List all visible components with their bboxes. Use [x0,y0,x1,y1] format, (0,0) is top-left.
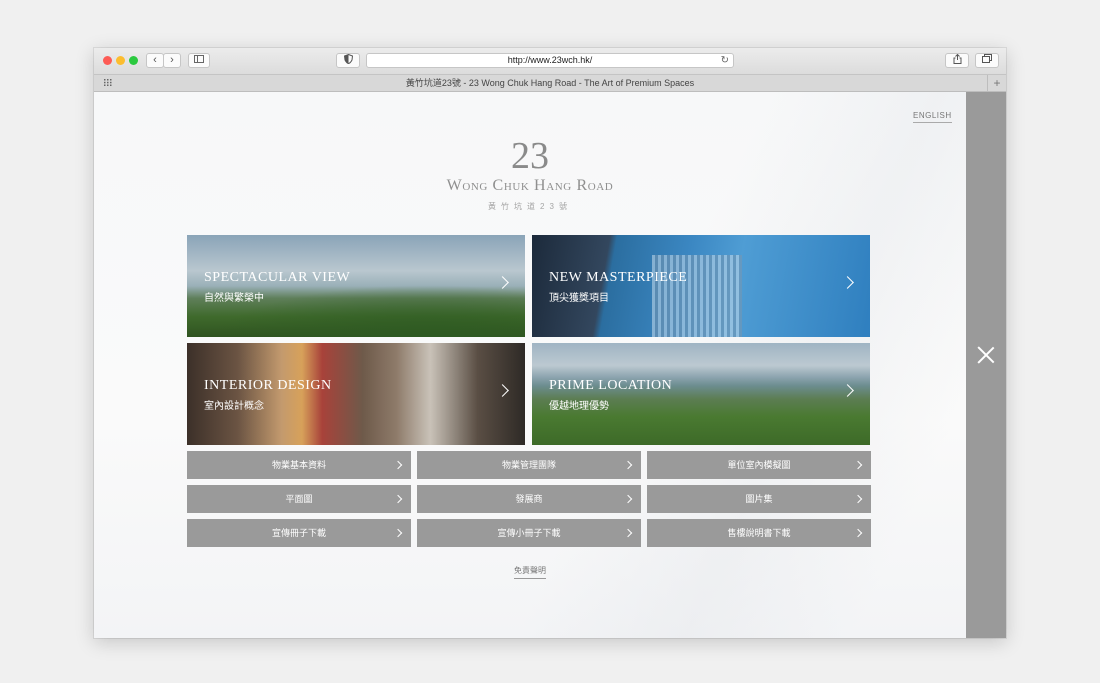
chevron-right-icon [853,460,863,470]
chevron-right-icon [496,276,509,289]
zoom-window-button[interactable] [129,56,138,65]
button-label: 單位室內模擬圖 [727,460,791,470]
forward-button[interactable]: › [163,53,181,68]
button-property-info[interactable]: 物業基本資料 [187,451,411,479]
tile-new-masterpiece[interactable]: NEW MASTERPIECE 頂尖獲獎項目 [532,235,870,337]
grid-icon[interactable] [104,75,113,91]
browser-toolbar: ‹ › http://www.23wch.hk/ ↻ [94,48,1006,75]
button-gallery[interactable]: 圖片集 [647,485,871,513]
tab-bar: 黃竹坑道23號 - 23 Wong Chuk Hang Road - The A… [94,75,1006,92]
close-window-button[interactable] [103,56,112,65]
tile-title: INTERIOR DESIGN [204,378,332,393]
chevron-right-icon [623,528,633,538]
chevron-right-icon [841,276,854,289]
tile-subtitle: 頂尖獲獎項目 [549,293,609,304]
button-label: 宣傳小冊子下載 [497,528,561,538]
button-label: 物業管理團隊 [501,460,556,470]
tabs-overview-button[interactable] [975,53,999,68]
button-management-team[interactable]: 物業管理團隊 [417,451,641,479]
chevron-right-icon [393,494,403,504]
tile-spectacular-view[interactable]: SPECTACULAR VIEW 自然與繁榮中 [187,235,525,337]
tile-title: SPECTACULAR VIEW [204,270,351,285]
tab-title[interactable]: 黃竹坑道23號 - 23 Wong Chuk Hang Road - The A… [406,78,694,88]
button-interior-simulation[interactable]: 單位室內模擬圖 [647,451,871,479]
tile-prime-location[interactable]: PRIME LOCATION 優越地理優勢 [532,343,870,445]
button-booklet-download[interactable]: 宣傳小冊子下載 [417,519,641,547]
page-content: ENGLISH 23 Wong Chuk Hang Road 黃竹坑道23號 S… [94,92,966,638]
language-link[interactable]: ENGLISH [913,111,952,123]
button-brochure-download[interactable]: 宣傳冊子下載 [187,519,411,547]
tile-title: NEW MASTERPIECE [549,270,688,285]
share-icon [953,53,961,64]
browser-window: ‹ › http://www.23wch.hk/ ↻ 黃竹坑道23號 - 23 … [94,48,1006,638]
back-button[interactable]: ‹ [146,53,164,68]
disclaimer-link[interactable]: 免責聲明 [514,565,546,579]
button-label: 發展商 [515,494,543,504]
privacy-shield-button[interactable] [336,53,360,68]
sidebar-icon [194,55,204,63]
chevron-right-icon [853,528,863,538]
button-sales-brochure-download[interactable]: 售樓說明書下載 [647,519,871,547]
tile-subtitle: 室內設計概念 [204,401,264,412]
share-button[interactable] [945,53,969,68]
shield-icon [343,53,353,65]
tile-title: PRIME LOCATION [549,378,673,393]
chevron-right-icon [841,384,854,397]
button-label: 宣傳冊子下載 [271,528,326,538]
side-panel [966,92,1006,638]
new-tab-icon[interactable]: + [987,75,1006,91]
address-bar[interactable]: http://www.23wch.hk/ ↻ [366,53,734,68]
logo-number: 23 [511,135,549,177]
button-label: 圖片集 [745,494,773,504]
button-label: 平面圖 [285,494,313,504]
close-icon[interactable] [977,346,995,364]
tabs-icon [982,54,992,63]
chevron-right-icon [393,528,403,538]
chevron-right-icon [623,460,633,470]
tile-subtitle: 自然與繁榮中 [204,293,264,304]
chevron-right-icon [496,384,509,397]
reload-icon[interactable]: ↻ [721,54,729,67]
logo-name: Wong Chuk Hang Road [446,177,614,194]
logo-chinese: 黃竹坑道23號 [488,202,572,211]
button-label: 售樓說明書下載 [727,528,791,538]
chevron-right-icon [393,460,403,470]
button-developer[interactable]: 發展商 [417,485,641,513]
minimize-window-button[interactable] [116,56,125,65]
tile-interior-design[interactable]: INTERIOR DESIGN 室內設計概念 [187,343,525,445]
chevron-right-icon [853,494,863,504]
url-text: http://www.23wch.hk/ [507,55,593,65]
tile-subtitle: 優越地理優勢 [549,401,609,412]
sidebar-toggle-button[interactable] [188,53,210,68]
button-label: 物業基本資料 [271,460,326,470]
button-floor-plan[interactable]: 平面圖 [187,485,411,513]
chevron-right-icon [623,494,633,504]
